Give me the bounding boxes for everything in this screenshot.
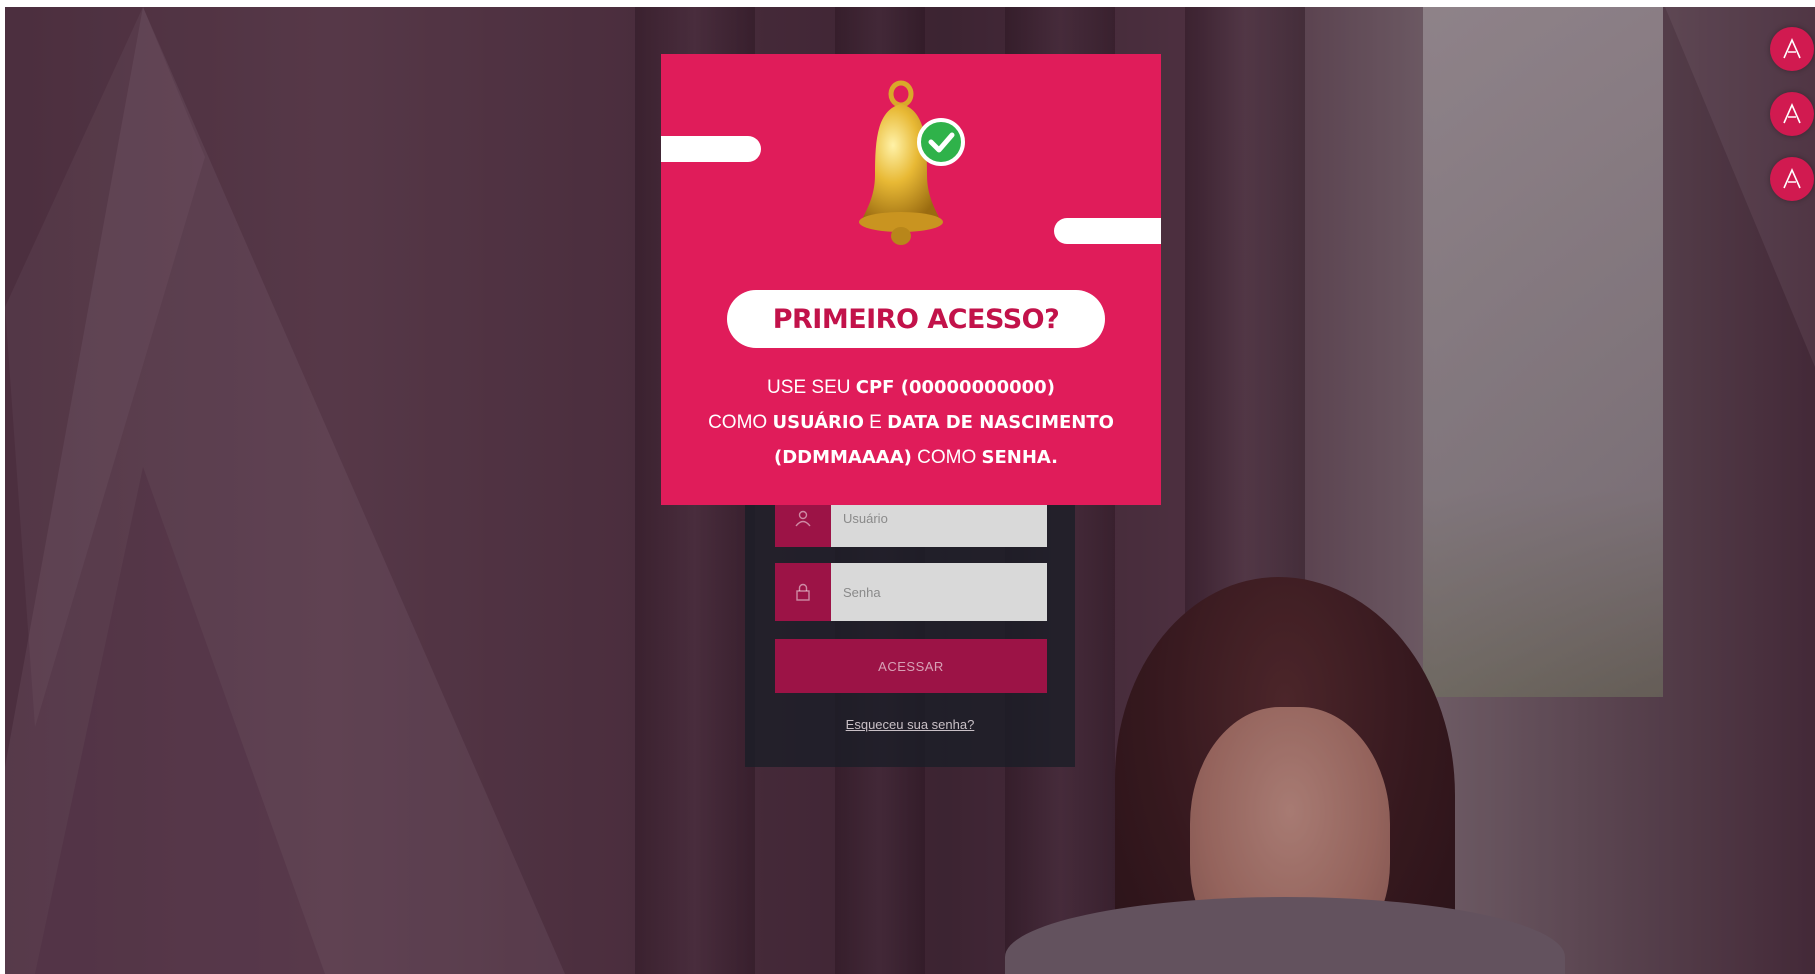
modal-message-line-2: COMO USUÁRIO E DATA DE NASCIMENTO (661, 412, 1161, 434)
modal-title: PRIMEIRO ACESSO? (772, 303, 1060, 335)
message-bold: DATA DE NASCIMENTO (887, 412, 1114, 433)
logo-a-icon[interactable] (1770, 157, 1814, 201)
decorative-pill (661, 136, 761, 162)
modal-message-line-1: USE SEU CPF (00000000000) (661, 377, 1161, 399)
message-bold: (DDMMAAAA) (773, 447, 912, 468)
message-text: USE SEU (767, 377, 856, 398)
modal-message-line-3: (DDMMAAAA) COMO SENHA. (671, 447, 1161, 469)
message-bold: SENHA. (981, 447, 1059, 468)
message-text: COMO (911, 447, 982, 468)
first-access-modal: PRIMEIRO ACESSO? USE SEU CPF (0000000000… (661, 54, 1161, 505)
decorative-pill (1054, 218, 1161, 244)
password-input[interactable] (831, 563, 1047, 621)
message-text: E (863, 412, 888, 433)
message-text: COMO (708, 412, 773, 433)
forgot-password-link[interactable]: Esqueceu sua senha? (745, 717, 1075, 732)
message-bold: CPF (00000000000) (855, 377, 1055, 398)
password-field (775, 563, 1047, 621)
logo-a-icon[interactable] (1770, 27, 1814, 71)
login-page: ACESSAR Esqueceu sua senha? (5, 7, 1815, 974)
logo-a-icon[interactable] (1770, 92, 1814, 136)
submit-button[interactable]: ACESSAR (775, 639, 1047, 693)
bell-check-icon (857, 80, 967, 260)
modal-title-pill: PRIMEIRO ACESSO? (727, 290, 1105, 348)
message-bold: USUÁRIO (772, 412, 864, 433)
lock-icon (775, 563, 831, 621)
